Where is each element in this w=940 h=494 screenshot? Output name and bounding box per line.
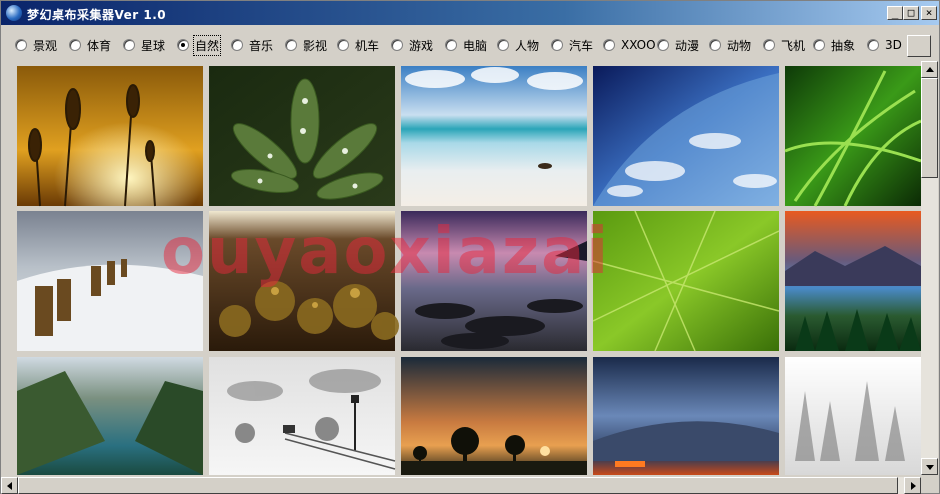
radio-button-icon[interactable] <box>867 39 879 51</box>
thumb-leaf-dewdrops[interactable] <box>209 66 395 206</box>
category-radio-17[interactable]: 3D <box>867 35 902 55</box>
category-radio-16[interactable]: 抽象 <box>813 35 855 55</box>
radio-button-icon[interactable] <box>177 39 189 51</box>
category-label: 景观 <box>33 38 58 53</box>
radio-button-icon[interactable] <box>231 39 243 51</box>
radio-button-icon[interactable] <box>337 39 349 51</box>
radio-button-icon[interactable] <box>709 39 721 51</box>
wallpaper-gallery: ouyaoxiazai <box>15 61 921 475</box>
category-radio-13[interactable]: 动漫 <box>657 35 699 55</box>
category-label: 3D <box>885 38 902 52</box>
category-label: 动物 <box>727 38 752 53</box>
vertical-scroll-thumb[interactable] <box>921 78 938 178</box>
scroll-down-button[interactable] <box>921 458 938 475</box>
maximize-button[interactable]: □ <box>903 6 919 20</box>
radio-button-icon[interactable] <box>657 39 669 51</box>
arrow-down-icon <box>926 465 934 470</box>
thumb-storm-clouds[interactable] <box>593 357 779 475</box>
thumb-beach-shore[interactable] <box>401 66 587 206</box>
thumb-reeds-sunset[interactable] <box>17 66 203 207</box>
main-window: 梦幻桌布采集器Ver 1.0 _ □ × 景观 体育 星球 自然 音乐 影视 机车 游戏 电脑 人… <box>0 0 940 494</box>
category-label: 汽车 <box>569 38 594 53</box>
radio-button-icon[interactable] <box>551 39 563 51</box>
arrow-left-icon <box>7 482 12 490</box>
radio-button-icon[interactable] <box>285 39 297 51</box>
scroll-up-button[interactable] <box>921 61 938 78</box>
title-bar[interactable]: 梦幻桌布采集器Ver 1.0 _ □ × <box>1 1 939 25</box>
thumb-frosted-trees[interactable] <box>785 357 921 475</box>
window-title: 梦幻桌布采集器Ver 1.0 <box>27 8 167 22</box>
category-radio-2[interactable]: 体育 <box>69 35 111 55</box>
thumb-earth-from-space[interactable] <box>593 66 779 206</box>
category-label: 星球 <box>141 38 166 53</box>
category-label: 抽象 <box>831 38 856 53</box>
category-radio-6[interactable]: 影视 <box>285 35 327 55</box>
globe-icon <box>6 5 22 21</box>
thumb-green-grass[interactable] <box>784 66 921 207</box>
gallery-canvas <box>17 66 921 475</box>
category-radio-4[interactable]: 自然 <box>177 34 222 56</box>
thumb-fjord-valley[interactable] <box>17 357 203 475</box>
category-radio-7[interactable]: 机车 <box>337 35 379 55</box>
radio-button-icon[interactable] <box>445 39 457 51</box>
category-label: XXOO <box>621 38 656 52</box>
scroll-categories-button[interactable] <box>907 35 931 57</box>
close-button[interactable]: × <box>921 6 937 20</box>
horizontal-scrollbar[interactable] <box>1 477 921 494</box>
arrow-right-icon <box>911 482 916 490</box>
category-radio-15[interactable]: 飞机 <box>763 35 805 55</box>
category-label: 飞机 <box>781 38 806 53</box>
category-radio-14[interactable]: 动物 <box>709 35 751 55</box>
minimize-button[interactable]: _ <box>887 6 903 20</box>
category-label: 人物 <box>515 38 540 53</box>
category-radio-10[interactable]: 人物 <box>497 35 539 55</box>
category-label: 音乐 <box>249 38 274 53</box>
category-radio-8[interactable]: 游戏 <box>391 35 433 55</box>
radio-button-icon[interactable] <box>763 39 775 51</box>
category-radio-1[interactable]: 景观 <box>15 35 57 55</box>
category-radio-11[interactable]: 汽车 <box>551 35 593 55</box>
thumb-green-leaf-veins[interactable] <box>592 210 780 352</box>
thumb-sunset-trees[interactable] <box>401 357 587 475</box>
scroll-right-button[interactable] <box>904 477 921 494</box>
vertical-scrollbar[interactable] <box>921 61 938 475</box>
scroll-left-button[interactable] <box>1 477 18 494</box>
arrow-up-icon <box>926 67 934 72</box>
category-label: 电脑 <box>463 38 488 53</box>
radio-button-icon[interactable] <box>123 39 135 51</box>
thumb-mountain-lake-sunset[interactable] <box>785 211 921 351</box>
radio-button-icon[interactable] <box>391 39 403 51</box>
radio-button-icon[interactable] <box>15 39 27 51</box>
thumb-snowy-railway[interactable] <box>209 357 396 475</box>
thumb-moss-macro[interactable] <box>209 211 399 351</box>
category-radio-3[interactable]: 星球 <box>123 35 165 55</box>
radio-button-icon[interactable] <box>497 39 509 51</box>
radio-button-icon[interactable] <box>603 39 615 51</box>
thumb-wooden-groynes-surf[interactable] <box>17 211 203 351</box>
category-radio-5[interactable]: 音乐 <box>231 35 273 55</box>
category-label: 体育 <box>87 38 112 53</box>
category-radio-9[interactable]: 电脑 <box>445 35 487 55</box>
horizontal-scroll-thumb[interactable] <box>18 477 898 494</box>
thumb-rocky-shore-dusk[interactable] <box>401 211 587 351</box>
category-label: 影视 <box>303 38 328 53</box>
category-label: 游戏 <box>409 38 434 53</box>
category-label: 自然 <box>192 34 222 56</box>
radio-button-icon[interactable] <box>813 39 825 51</box>
category-label: 机车 <box>355 38 380 53</box>
category-radio-12[interactable]: XXOO <box>603 35 656 55</box>
radio-button-icon[interactable] <box>69 39 81 51</box>
category-label: 动漫 <box>675 38 700 53</box>
